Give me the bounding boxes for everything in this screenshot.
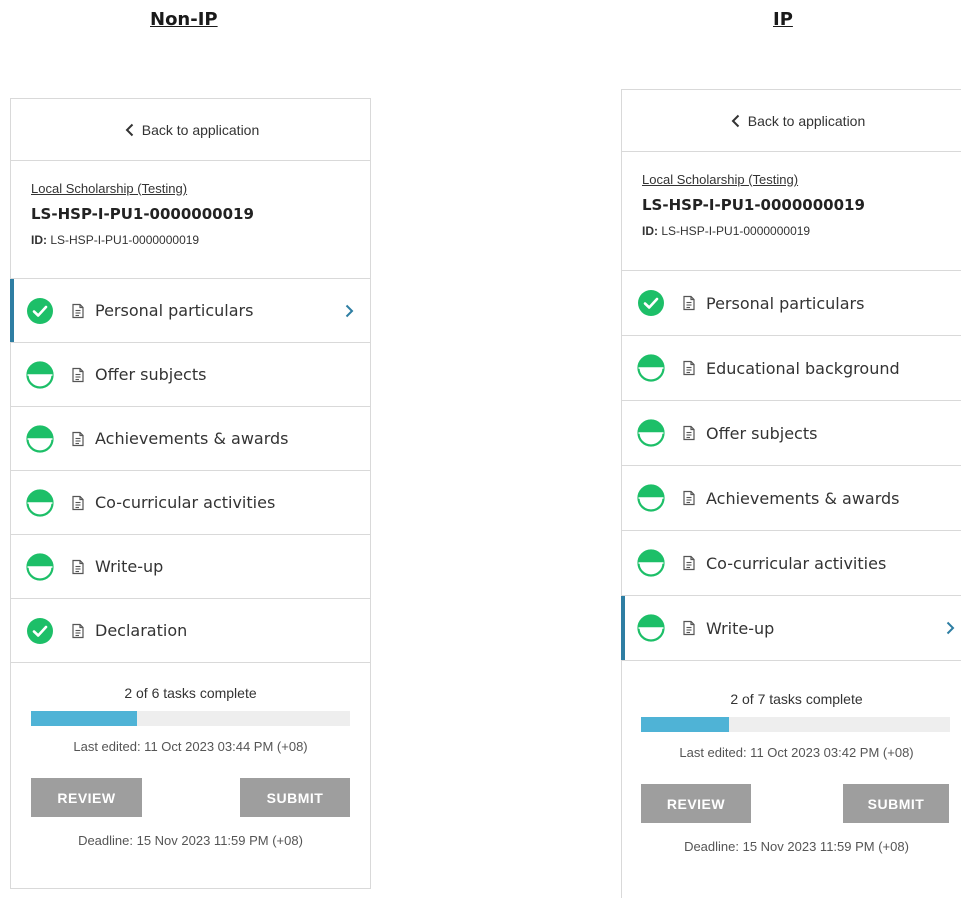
last-edited: Last edited: 11 Oct 2023 03:44 PM (+08) <box>73 739 308 754</box>
review-button[interactable]: REVIEW <box>31 778 142 817</box>
half-complete-icon <box>637 549 665 577</box>
document-icon <box>683 555 695 571</box>
application-info: Local Scholarship (Testing) LS-HSP-I-PU1… <box>622 152 961 271</box>
half-complete-icon <box>637 614 665 642</box>
half-complete-icon <box>26 488 54 517</box>
task-item[interactable]: Write-up <box>11 535 370 599</box>
half-complete-icon <box>637 419 665 447</box>
task-label: Declaration <box>95 621 188 640</box>
task-label: Co-curricular activities <box>706 553 887 573</box>
task-label: Offer subjects <box>706 423 818 443</box>
document-icon <box>72 559 84 574</box>
task-item[interactable]: Write-up <box>621 596 961 661</box>
task-label: Write-up <box>706 618 775 638</box>
task-item[interactable]: Personal particulars <box>10 279 370 343</box>
progress-bar-fill <box>641 717 730 732</box>
back-to-application-link[interactable]: Back to application <box>11 99 370 161</box>
document-icon <box>683 490 695 506</box>
document-icon <box>683 425 695 441</box>
non-ip-task-panel: Back to application Local Scholarship (T… <box>10 98 371 889</box>
application-info: Local Scholarship (Testing) LS-HSP-I-PU1… <box>11 161 370 279</box>
scheme-link[interactable]: Local Scholarship (Testing) <box>31 181 350 196</box>
task-item[interactable]: Achievements & awards <box>622 466 961 531</box>
heading-ip: IP <box>773 9 793 30</box>
document-icon <box>683 620 695 636</box>
task-item[interactable]: Co-curricular activities <box>11 471 370 535</box>
task-item[interactable]: Educational background <box>622 336 961 401</box>
progress-bar-fill <box>31 711 138 726</box>
half-complete-icon <box>26 424 54 453</box>
chevron-right-icon <box>946 621 955 635</box>
application-ref-number: LS-HSP-I-PU1-0000000019 <box>642 196 865 214</box>
application-id: ID: LS-HSP-I-PU1-0000000019 <box>31 233 350 247</box>
document-icon <box>72 303 84 318</box>
task-list: Personal particulars Educational backgrou… <box>621 271 961 661</box>
id-label: ID: <box>31 233 47 247</box>
task-label: Educational background <box>706 358 900 378</box>
progress-bar <box>641 717 950 732</box>
document-icon <box>72 367 84 382</box>
complete-check-icon <box>27 297 53 324</box>
task-label: Achievements & awards <box>706 488 900 508</box>
half-complete-icon <box>637 354 665 382</box>
task-item[interactable]: Declaration <box>11 599 370 663</box>
task-label: Personal particulars <box>706 293 865 313</box>
chevron-right-icon <box>345 304 354 317</box>
task-item[interactable]: Co-curricular activities <box>622 531 961 596</box>
action-buttons: REVIEW SUBMIT <box>622 784 961 823</box>
back-to-application-link[interactable]: Back to application <box>622 90 961 152</box>
document-icon <box>683 295 695 311</box>
progress-bar <box>31 711 350 726</box>
chevron-left-icon <box>125 123 133 136</box>
review-button[interactable]: REVIEW <box>641 784 751 823</box>
complete-check-icon <box>27 617 53 644</box>
last-edited: Last edited: 11 Oct 2023 03:42 PM (+08) <box>679 745 914 760</box>
id-value: LS-HSP-I-PU1-0000000019 <box>50 233 200 247</box>
id-label: ID: <box>642 224 658 238</box>
progress-text: 2 of 6 tasks complete <box>124 685 257 701</box>
task-list: Personal particulars Offer subjects Achiev… <box>10 279 370 663</box>
task-item[interactable]: Offer subjects <box>622 401 961 466</box>
id-value: LS-HSP-I-PU1-0000000019 <box>661 224 811 238</box>
task-item[interactable]: Personal particulars <box>622 271 961 336</box>
document-icon <box>683 360 695 376</box>
task-item[interactable]: Achievements & awards <box>11 407 370 471</box>
half-complete-icon <box>26 360 54 389</box>
action-buttons: REVIEW SUBMIT <box>31 778 350 817</box>
task-label: Achievements & awards <box>95 429 289 448</box>
scheme-link[interactable]: Local Scholarship (Testing) <box>642 172 951 187</box>
task-label: Co-curricular activities <box>95 493 276 512</box>
task-item[interactable]: Offer subjects <box>11 343 370 407</box>
deadline: Deadline: 15 Nov 2023 11:59 PM (+08) <box>684 839 909 854</box>
submit-button[interactable]: SUBMIT <box>843 784 949 823</box>
document-icon <box>72 495 84 510</box>
progress-text: 2 of 7 tasks complete <box>730 691 863 707</box>
back-label: Back to application <box>141 121 260 138</box>
progress-footer: 2 of 6 tasks complete Last edited: 11 Oc… <box>11 663 370 848</box>
document-icon <box>72 431 84 446</box>
heading-non-ip: Non-IP <box>150 9 218 30</box>
document-icon <box>72 623 84 638</box>
chevron-left-icon <box>731 114 739 127</box>
submit-button[interactable]: SUBMIT <box>240 778 350 817</box>
ip-task-panel: Back to application Local Scholarship (T… <box>621 89 961 898</box>
progress-footer: 2 of 7 tasks complete Last edited: 11 Oc… <box>622 661 961 854</box>
task-label: Write-up <box>95 557 164 576</box>
application-id: ID: LS-HSP-I-PU1-0000000019 <box>642 224 951 238</box>
application-ref-number: LS-HSP-I-PU1-0000000019 <box>31 205 254 223</box>
task-label: Offer subjects <box>95 365 207 384</box>
half-complete-icon <box>637 484 665 512</box>
complete-check-icon <box>638 290 664 316</box>
deadline: Deadline: 15 Nov 2023 11:59 PM (+08) <box>78 833 303 848</box>
task-label: Personal particulars <box>95 301 254 320</box>
half-complete-icon <box>26 552 54 581</box>
back-label: Back to application <box>747 112 866 129</box>
